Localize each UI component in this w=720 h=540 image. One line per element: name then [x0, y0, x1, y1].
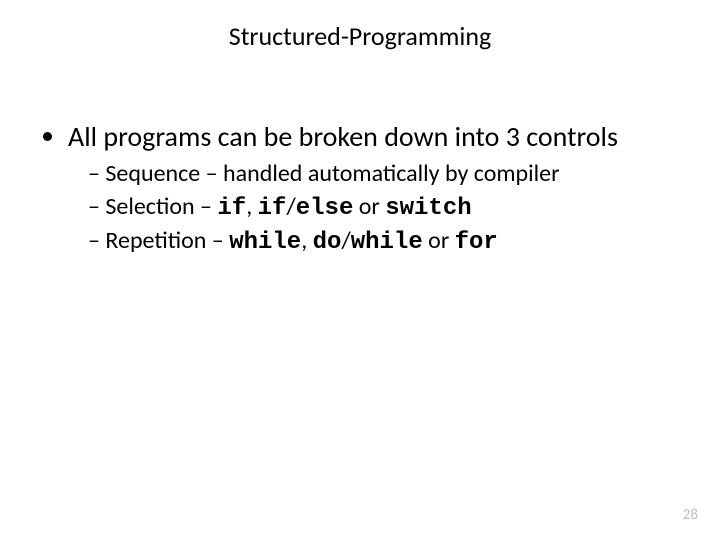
kw-if: if [217, 195, 246, 222]
kw-else: else [296, 195, 354, 222]
bullet-list-level2: Sequence – handled automatically by comp… [68, 159, 680, 259]
kw-for: for [455, 229, 498, 256]
sub-repetition: Repetition – while, do/while or for [88, 226, 680, 259]
bullet-list-level1: All programs can be broken down into 3 c… [40, 120, 680, 259]
kw-do: do [313, 229, 342, 256]
bullet-main: All programs can be broken down into 3 c… [68, 120, 680, 259]
slide-title: Structured-Programming [0, 20, 720, 52]
rep-slash: / [341, 226, 350, 255]
sub-selection: Selection – if, if/else or switch [88, 192, 680, 225]
kw-while: while [229, 229, 301, 256]
rep-or: or [423, 226, 455, 255]
sel-sep1: , [246, 192, 257, 221]
sel-label: Selection [105, 192, 194, 221]
bullet-main-text: All programs can be broken down into 3 c… [68, 119, 618, 154]
rep-label: Repetition [105, 226, 206, 255]
slide-body: All programs can be broken down into 3 c… [40, 120, 680, 267]
seq-desc: handled automatically by compiler [223, 159, 559, 188]
sel-slash: / [286, 192, 295, 221]
sub-sequence: Sequence – handled automatically by comp… [88, 159, 680, 190]
seq-label: Sequence [105, 159, 200, 188]
kw-while2: while [351, 229, 423, 256]
kw-if2: if [258, 195, 287, 222]
rep-sep1: , [301, 226, 312, 255]
page-number: 28 [683, 506, 698, 524]
slide: Structured-Programming All programs can … [0, 0, 720, 540]
kw-switch: switch [385, 195, 471, 222]
sel-or: or [353, 192, 385, 221]
